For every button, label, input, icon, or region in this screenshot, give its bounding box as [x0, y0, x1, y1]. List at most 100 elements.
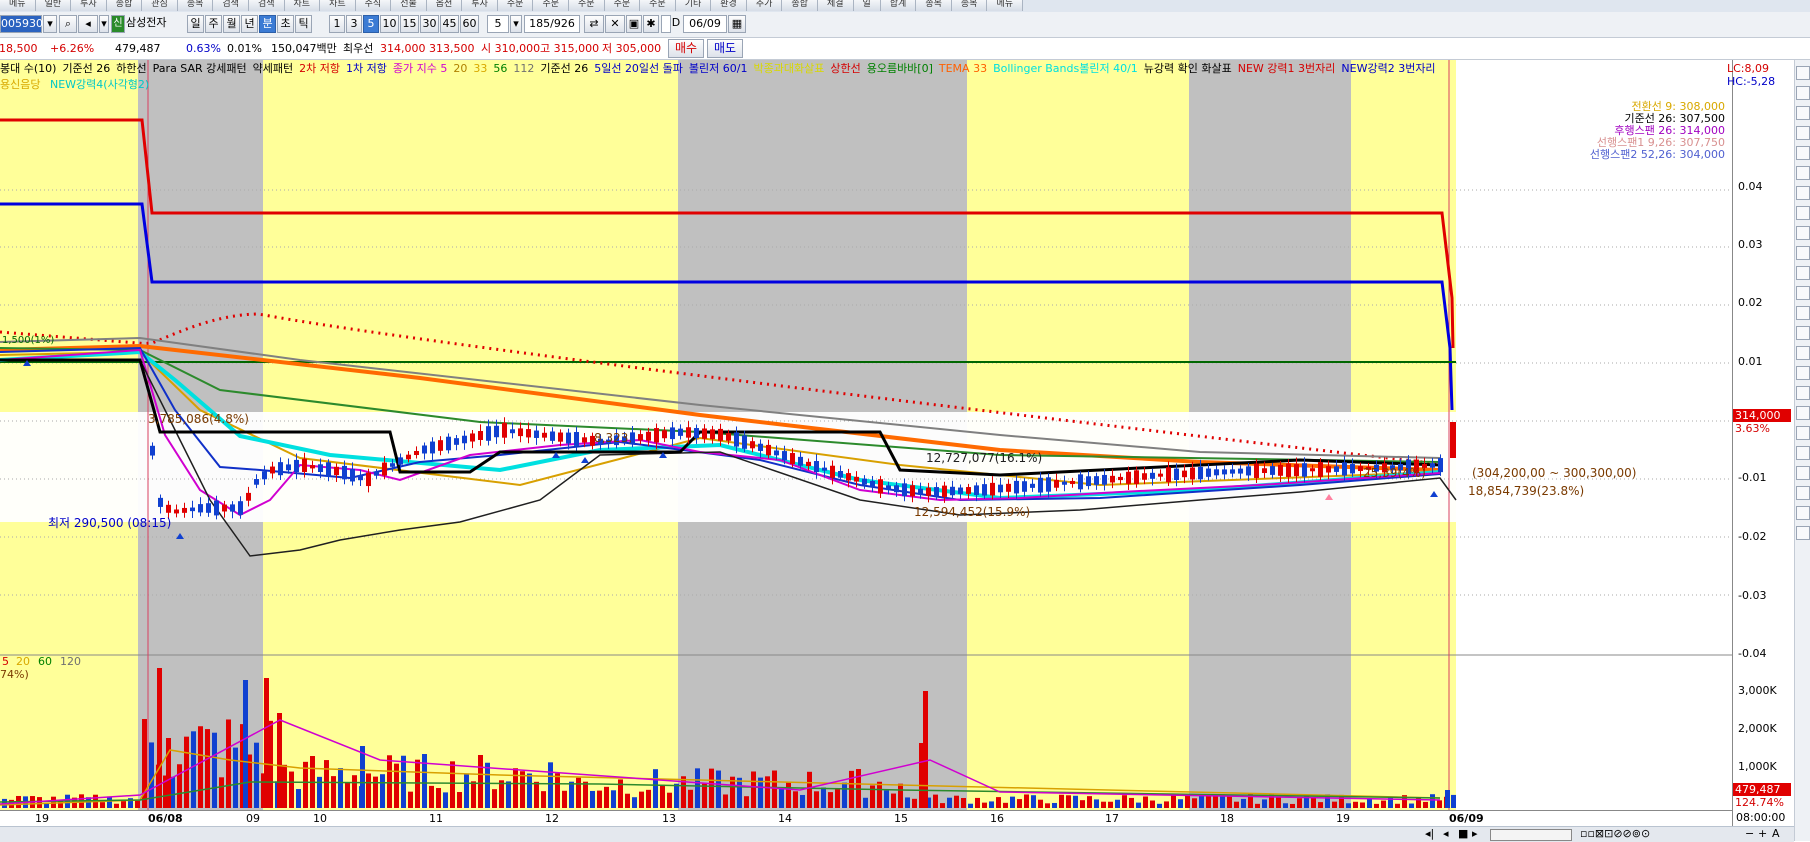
minute-button[interactable]: 3	[346, 15, 362, 33]
tool-icon[interactable]	[1796, 386, 1810, 400]
minute-button[interactable]: 5	[363, 15, 379, 33]
top-tab[interactable]: 환경	[711, 0, 747, 11]
tool-icon[interactable]	[1796, 186, 1810, 200]
top-tab[interactable]: 주문	[569, 0, 605, 11]
dropdown-icon[interactable]: ▾	[99, 15, 109, 33]
tool-icon[interactable]	[1796, 406, 1810, 420]
scroll-stop-icon[interactable]: ■	[1458, 827, 1468, 841]
minute-button[interactable]: 15	[400, 15, 419, 33]
scroll-slider[interactable]	[1490, 829, 1572, 841]
period-button[interactable]: 일	[187, 15, 204, 33]
tool-icon[interactable]	[1796, 126, 1810, 140]
font-size-icon[interactable]: A	[1772, 827, 1780, 841]
period-button[interactable]: 초	[277, 15, 294, 33]
stock-code-input[interactable]: 005930	[0, 15, 43, 33]
date-input[interactable]: 06/09	[683, 15, 727, 33]
settings-icon[interactable]: ✱	[643, 15, 659, 33]
tool-icon[interactable]	[1796, 446, 1810, 460]
top-tab[interactable]: 차트	[320, 0, 356, 11]
code-dropdown-icon[interactable]: ▾	[43, 15, 57, 33]
top-tab[interactable]: 일	[853, 0, 881, 11]
top-tab[interactable]: 기타	[675, 0, 712, 11]
tool-icon[interactable]	[1796, 266, 1810, 280]
tool-icon[interactable]	[1796, 486, 1810, 500]
sell-button[interactable]: 매도	[707, 39, 743, 58]
top-tab[interactable]: 선물	[391, 0, 427, 11]
top-tab[interactable]: 메뉴	[987, 0, 1024, 11]
top-tab[interactable]: 주문	[640, 0, 676, 11]
scroll-next-icon[interactable]: ▸	[1472, 827, 1478, 841]
tool-icon[interactable]	[1796, 366, 1810, 380]
tool-icon[interactable]	[1796, 226, 1810, 240]
bottom-scroll-bar[interactable]: ◂| ◂ ■ ▸ ▫▫⊠⊡⊘⊘⊚⊙ − + A	[0, 826, 1794, 842]
minute-button[interactable]: 10	[380, 15, 399, 33]
period-button[interactable]: 틱	[295, 15, 312, 33]
top-tab[interactable]: 메뉴	[0, 0, 36, 11]
tool-icon[interactable]	[1796, 306, 1810, 320]
search-icon[interactable]: ⌕	[59, 15, 77, 33]
top-tab[interactable]: 주식	[355, 0, 392, 11]
tool-icon[interactable]	[1796, 146, 1810, 160]
tool-icon[interactable]	[1796, 526, 1810, 540]
tool-icon[interactable]	[1796, 66, 1810, 80]
speaker-icon[interactable]: ◂	[78, 15, 98, 33]
chart-panel[interactable]: 3,785,086(4.8%) 8,323, 12,727,077(16.1%) 12…	[0, 60, 1732, 812]
scroll-first-icon[interactable]: ◂|	[1425, 827, 1434, 841]
date-checkbox[interactable]	[661, 15, 671, 33]
tool-icon[interactable]	[1796, 206, 1810, 220]
tool-icon[interactable]	[1796, 86, 1810, 100]
zoom-out-icon[interactable]: −	[1745, 827, 1754, 841]
tool-icon[interactable]	[1796, 426, 1810, 440]
top-tab[interactable]: 추가	[746, 0, 783, 11]
top-tab[interactable]: 주문	[604, 0, 641, 11]
top-tab[interactable]: 투자	[462, 0, 498, 11]
top-tab[interactable]: 차트	[284, 0, 321, 11]
tool-icon[interactable]	[1796, 246, 1810, 260]
tool-icon[interactable]	[1796, 326, 1810, 340]
period-button[interactable]: 월	[223, 15, 240, 33]
tool-icon[interactable]	[1796, 466, 1810, 480]
period-button[interactable]: 주	[205, 15, 222, 33]
top-tab[interactable]: 종목	[916, 0, 952, 11]
top-tab[interactable]: 종목	[951, 0, 988, 11]
top-tab[interactable]: 종합	[782, 0, 818, 11]
tool-icon[interactable]	[1796, 286, 1810, 300]
interval-dropdown-icon[interactable]: ▾	[510, 15, 522, 33]
top-tab[interactable]: 일반	[35, 0, 72, 11]
scroll-prev-icon[interactable]: ◂	[1443, 827, 1449, 841]
crosshair-icon[interactable]: ✕	[605, 15, 625, 33]
tool-icon[interactable]	[1796, 506, 1810, 520]
count-input[interactable]: 185/926	[524, 15, 580, 33]
period-button[interactable]: 분	[259, 15, 276, 33]
buy-button[interactable]: 매수	[668, 39, 704, 58]
minute-button[interactable]: 60	[460, 15, 479, 33]
period-button[interactable]: 년	[241, 15, 258, 33]
minute-button[interactable]: 45	[440, 15, 459, 33]
top-tab[interactable]: 체결	[817, 0, 854, 11]
minute-button[interactable]: 30	[420, 15, 439, 33]
top-tab[interactable]: 투자	[71, 0, 107, 11]
tool-icon[interactable]	[1796, 106, 1810, 120]
top-tab[interactable]: 검색	[248, 0, 285, 11]
candle-body	[1054, 479, 1059, 488]
zoom-in-icon[interactable]: +	[1758, 827, 1767, 841]
calendar-icon[interactable]: ▦	[728, 15, 746, 33]
link-icon[interactable]: ⇄	[584, 15, 604, 33]
chart-canvas[interactable]: 3,785,086(4.8%) 8,323, 12,727,077(16.1%) 12…	[0, 60, 1732, 812]
minute-button[interactable]: 1	[329, 15, 345, 33]
top-tab[interactable]: 검색	[213, 0, 249, 11]
tool-icon[interactable]	[1796, 346, 1810, 360]
interval-input[interactable]: 5	[487, 15, 509, 33]
top-tab[interactable]: 옵션	[426, 0, 463, 11]
top-tab[interactable]: 주문	[533, 0, 569, 11]
candle-body	[526, 429, 531, 438]
top-tab[interactable]: 종목	[177, 0, 214, 11]
top-tab[interactable]: 종합	[106, 0, 143, 11]
tool-icon[interactable]	[1796, 166, 1810, 180]
save-icon[interactable]: ▣	[626, 15, 642, 33]
top-tab[interactable]: 합계	[880, 0, 917, 11]
price-axis[interactable]	[1732, 60, 1795, 826]
zoom-icons[interactable]: ▫▫⊠⊡⊘⊘⊚⊙	[1580, 827, 1650, 841]
top-tab[interactable]: 관심	[142, 0, 178, 11]
top-tab[interactable]: 주문	[497, 0, 534, 11]
